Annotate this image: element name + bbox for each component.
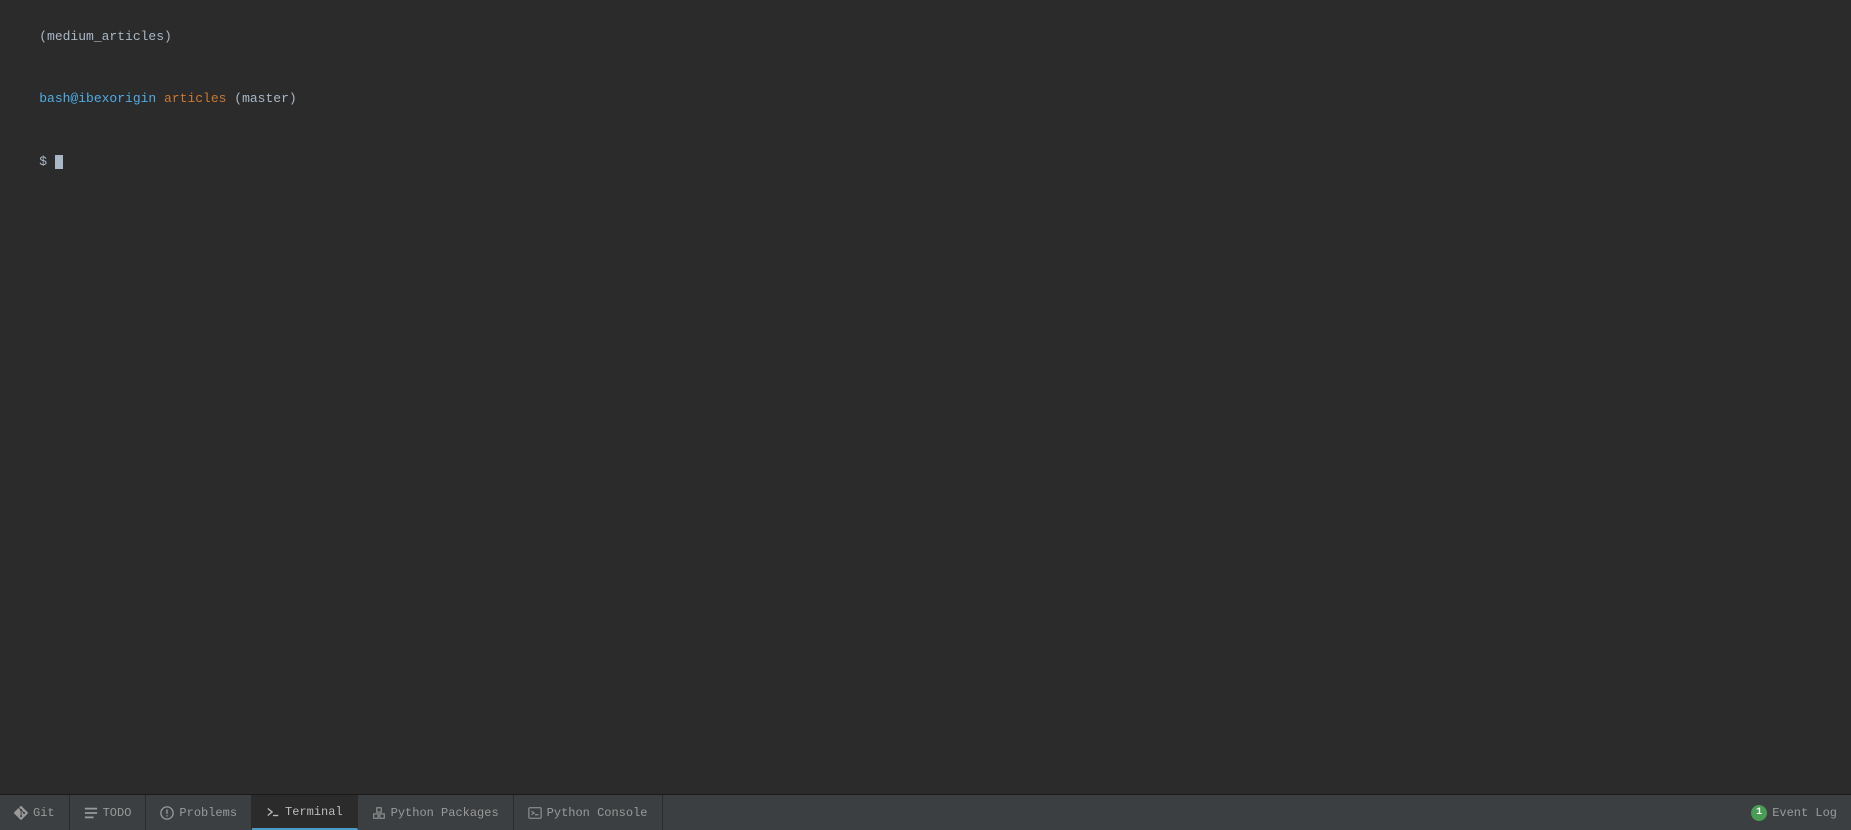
terminal-icon [266, 805, 280, 819]
terminal-text-directory: articles [156, 91, 226, 106]
terminal-prompt: $ [39, 154, 55, 169]
event-log-label: Event Log [1772, 806, 1837, 820]
event-log-badge: 1 [1751, 805, 1767, 821]
terminal-line-1: (medium_articles) [8, 6, 1843, 68]
tab-git[interactable]: Git [0, 795, 70, 830]
tab-terminal-label: Terminal [285, 805, 343, 819]
tab-python-console[interactable]: Python Console [514, 795, 663, 830]
tab-python-packages-label: Python Packages [391, 806, 499, 820]
tab-python-packages[interactable]: Python Packages [358, 795, 514, 830]
console-icon [528, 806, 542, 820]
event-log[interactable]: 1 Event Log [1737, 795, 1851, 830]
tab-git-label: Git [33, 806, 55, 820]
terminal-text-branch: (master) [226, 91, 296, 106]
terminal-text-medium-articles: (medium_articles) [39, 29, 172, 44]
packages-icon [372, 806, 386, 820]
tab-todo-label: TODO [103, 806, 132, 820]
tab-terminal[interactable]: Terminal [252, 795, 358, 830]
todo-icon [84, 806, 98, 820]
problems-icon [160, 806, 174, 820]
terminal-line-3: $ [8, 131, 1843, 193]
terminal-line-2: bash@ibexorigin articles (master) [8, 68, 1843, 130]
git-icon [14, 806, 28, 820]
terminal-cursor [55, 155, 63, 169]
terminal-area[interactable]: (medium_articles) bash@ibexorigin articl… [0, 0, 1851, 794]
tab-problems[interactable]: Problems [146, 795, 252, 830]
bottom-bar: Git TODO Problems [0, 794, 1851, 830]
tab-todo[interactable]: TODO [70, 795, 147, 830]
terminal-text-bash-user: bash@ibexorigin [39, 91, 156, 106]
tab-group: Git TODO Problems [0, 795, 663, 830]
tab-problems-label: Problems [179, 806, 237, 820]
tab-python-console-label: Python Console [547, 806, 648, 820]
